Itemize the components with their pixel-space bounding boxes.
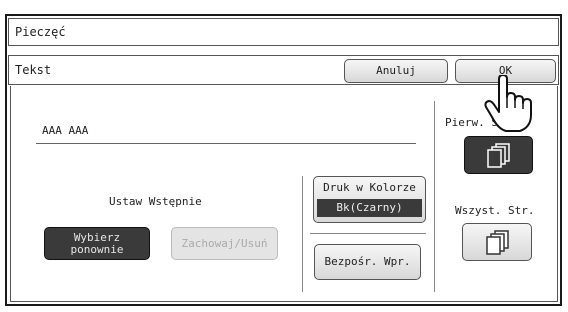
single-page-copy-icon [487,143,510,168]
multi-page-copy-icon [486,230,509,255]
cancel-button-label: Anuluj [376,64,416,77]
all-pages-label: Wszyst. Str. [455,204,535,217]
vertical-divider-1 [302,176,303,292]
color-print-value: Bk(Czarny) [317,199,422,217]
save-delete-button-label: Zachowaj/Usuń [181,237,268,250]
window-title-bar: Pieczęć [8,18,559,46]
reselect-button-label: Wybierz ponownie [70,231,124,256]
horizontal-divider [310,233,426,234]
first-page-button[interactable] [464,136,533,174]
hand-pointer-icon [484,75,532,132]
section-label: Tekst [15,63,52,77]
cancel-button[interactable]: Anuluj [344,59,448,83]
reselect-button[interactable]: Wybierz ponownie [44,227,150,260]
text-field-underline [36,143,416,144]
preset-label: Ustaw Wstępnie [109,195,202,208]
stamp-text-value[interactable]: AAA AAA [42,124,88,137]
vertical-divider-2 [434,101,435,292]
all-pages-button[interactable] [462,223,532,261]
save-delete-button[interactable]: Zachowaj/Usuń [171,227,278,260]
window-title: Pieczęć [15,25,66,39]
color-print-button[interactable]: Druk w Kolorze Bk(Czarny) [313,176,426,223]
color-print-label: Druk w Kolorze [323,181,416,194]
direct-entry-label: Bezpośr. Wpr. [324,255,411,268]
direct-entry-button[interactable]: Bezpośr. Wpr. [314,244,421,280]
